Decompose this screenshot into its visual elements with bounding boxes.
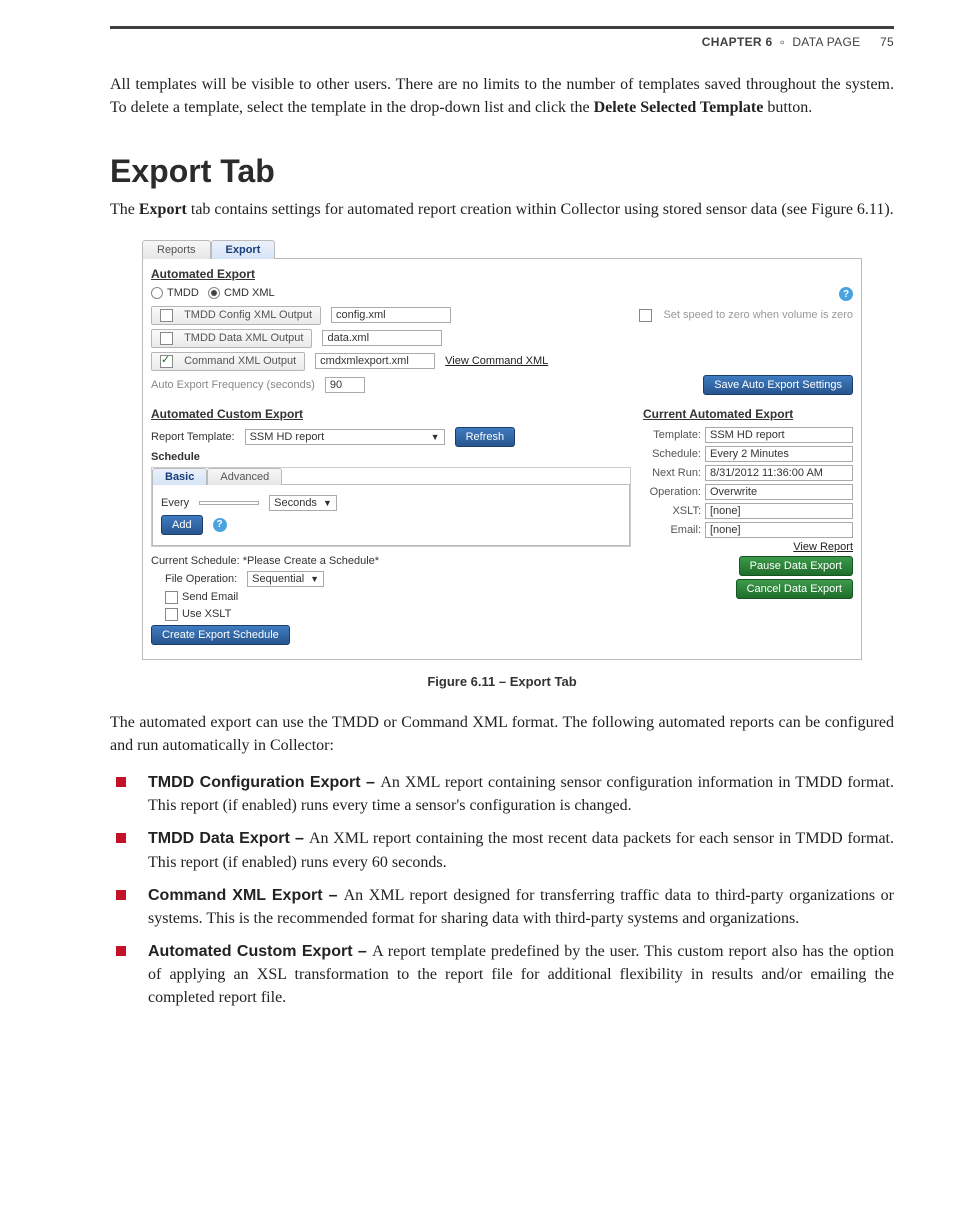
report-template-select[interactable]: SSM HD report▼ — [245, 429, 445, 445]
tab-export[interactable]: Export — [211, 240, 276, 259]
radio-cmd-xml[interactable] — [208, 287, 220, 299]
post-figure-paragraph: The automated export can use the TMDD or… — [110, 711, 894, 757]
every-input[interactable] — [199, 501, 259, 505]
file-operation-select[interactable]: Sequential ▼ — [247, 571, 324, 587]
list-item: Automated Custom Export – A report templ… — [138, 940, 894, 1010]
cur-nextrun: 8/31/2012 11:36:00 AM — [705, 465, 853, 481]
freq-input[interactable]: 90 — [325, 377, 365, 393]
export-intro: The Export tab contains settings for aut… — [110, 198, 894, 221]
radio-tmdd[interactable] — [151, 287, 163, 299]
every-unit-select[interactable]: Seconds ▼ — [269, 495, 337, 511]
file-operation-label: File Operation: — [165, 573, 237, 585]
view-command-xml-link[interactable]: View Command XML — [445, 355, 548, 367]
schedule-title: Schedule — [151, 451, 631, 463]
cancel-data-export-button[interactable]: Cancel Data Export — [736, 579, 853, 599]
chk-tmdd-data[interactable] — [160, 332, 173, 345]
section-label: DATA PAGE — [792, 35, 860, 49]
intro-paragraph: All templates will be visible to other u… — [110, 73, 894, 119]
report-template-label: Report Template: — [151, 431, 235, 443]
add-button[interactable]: Add — [161, 515, 203, 535]
tmdd-config-input[interactable]: config.xml — [331, 307, 451, 323]
cur-xslt: [none] — [705, 503, 853, 519]
current-automated-export-title: Current Automated Export — [643, 407, 853, 421]
list-item: TMDD Configuration Export – An XML repor… — [138, 771, 894, 817]
help-icon[interactable]: ? — [839, 287, 853, 301]
every-label: Every — [161, 497, 189, 509]
figure-screenshot: Reports Export Automated Export TMDD CMD… — [142, 240, 862, 660]
list-item: Command XML Export – An XML report desig… — [138, 884, 894, 930]
tab-basic[interactable]: Basic — [152, 468, 207, 485]
chk-use-xslt[interactable] — [165, 608, 178, 621]
chk-set-speed[interactable] — [639, 309, 652, 322]
tab-reports[interactable]: Reports — [142, 240, 211, 259]
list-item: TMDD Data Export – An XML report contain… — [138, 827, 894, 873]
chapter-label: CHAPTER 6 — [702, 35, 773, 49]
freq-label: Auto Export Frequency (seconds) — [151, 379, 315, 391]
chk-command-xml[interactable] — [160, 355, 173, 368]
tmdd-data-input[interactable]: data.xml — [322, 330, 442, 346]
create-export-schedule-button[interactable]: Create Export Schedule — [151, 625, 290, 645]
chk-tmdd-config[interactable] — [160, 309, 173, 322]
page-number: 75 — [864, 35, 894, 49]
cur-email: [none] — [705, 522, 853, 538]
custom-export-title: Automated Custom Export — [151, 407, 631, 421]
save-auto-export-button[interactable]: Save Auto Export Settings — [703, 375, 853, 395]
current-schedule-text: Current Schedule: *Please Create a Sched… — [151, 555, 631, 567]
cur-template: SSM HD report — [705, 427, 853, 443]
view-report-link[interactable]: View Report — [793, 541, 853, 553]
bullet-list: TMDD Configuration Export – An XML repor… — [110, 771, 894, 1010]
pause-data-export-button[interactable]: Pause Data Export — [739, 556, 853, 576]
chk-send-email[interactable] — [165, 591, 178, 604]
figure-caption: Figure 6.11 – Export Tab — [110, 674, 894, 689]
help-icon[interactable]: ? — [213, 518, 227, 532]
tab-advanced[interactable]: Advanced — [207, 468, 282, 485]
section-heading: Export Tab — [110, 153, 894, 190]
refresh-button[interactable]: Refresh — [455, 427, 516, 447]
command-xml-input[interactable]: cmdxmlexport.xml — [315, 353, 435, 369]
automated-export-title: Automated Export — [151, 267, 853, 281]
running-header: CHAPTER 6 ▫ DATA PAGE 75 — [110, 29, 894, 73]
cur-operation: Overwrite — [705, 484, 853, 500]
cur-schedule: Every 2 Minutes — [705, 446, 853, 462]
